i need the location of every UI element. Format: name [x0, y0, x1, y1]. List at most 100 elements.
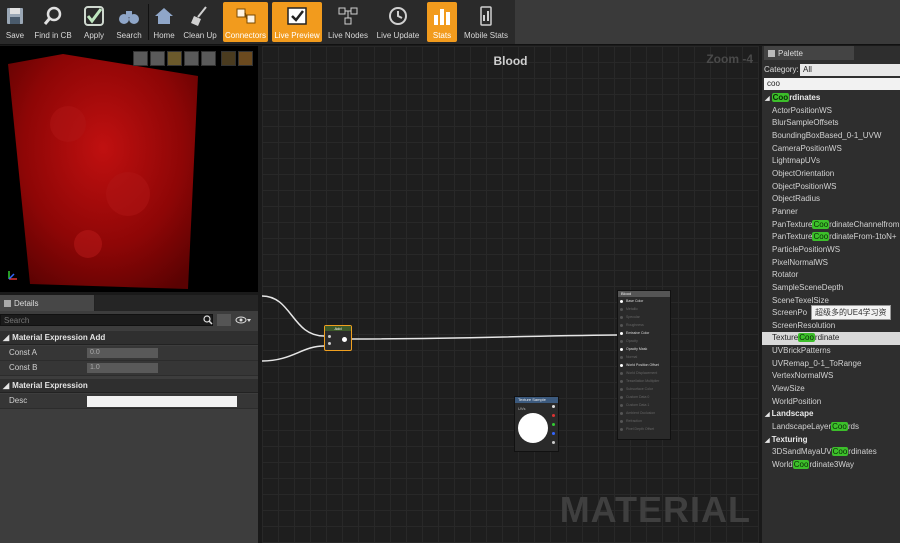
save-button[interactable]: Save: [2, 2, 28, 42]
viewport-shape-cube-button[interactable]: [184, 51, 199, 66]
search-button[interactable]: Search: [113, 2, 145, 42]
palette-item[interactable]: LightmapUVs: [762, 155, 900, 168]
category-select[interactable]: All: [800, 64, 900, 76]
details-search-input[interactable]: Search: [0, 314, 213, 326]
palette-category[interactable]: ◢ Landscape: [762, 408, 900, 421]
result-pin[interactable]: Pixel Depth Offset: [618, 425, 670, 433]
result-pin[interactable]: Custom Data 1: [618, 401, 670, 409]
output-pin-b[interactable]: [552, 432, 555, 435]
result-pin[interactable]: Custom Data 0: [618, 393, 670, 401]
eye-icon[interactable]: [235, 316, 251, 324]
input-pin-a[interactable]: [328, 335, 331, 338]
clean-up-button[interactable]: Clean Up: [181, 2, 219, 42]
property-matrix-button[interactable]: [217, 314, 231, 326]
viewport-shape-sphere-button[interactable]: [150, 51, 165, 66]
result-pin[interactable]: Metallic: [618, 305, 670, 313]
palette-item[interactable]: ObjectRadius: [762, 193, 900, 206]
home-button[interactable]: Home: [151, 2, 177, 42]
result-pin[interactable]: Tessellation Multiplier: [618, 377, 670, 385]
palette-item[interactable]: ActorPositionWS: [762, 105, 900, 118]
palette-item[interactable]: BoundingBoxBased_0-1_UVW: [762, 130, 900, 143]
result-pin[interactable]: Emissive Color: [618, 329, 670, 337]
details-panel: Details Search ◢ Material Expression Add…: [0, 295, 258, 543]
palette-item-text: rdinate: [814, 333, 840, 343]
const-a-field[interactable]: 0.0: [87, 348, 158, 358]
result-pin[interactable]: Ambient Occlusion: [618, 409, 670, 417]
viewport-shape-mesh-button[interactable]: [201, 51, 216, 66]
palette-item[interactable]: UVBrickPatterns: [762, 345, 900, 358]
palette-item[interactable]: Rotator: [762, 269, 900, 282]
const-b-field[interactable]: 1.0: [87, 363, 158, 373]
result-pin[interactable]: Subsurface Color: [618, 385, 670, 393]
output-pin-a[interactable]: [552, 441, 555, 444]
texture-preview-thumbnail: [518, 413, 548, 443]
palette-item[interactable]: ViewSize: [762, 383, 900, 396]
input-pin-b[interactable]: [328, 342, 331, 345]
palette-item-text: ObjectOrientation: [772, 168, 835, 178]
section-material-expression-add[interactable]: ◢ Material Expression Add: [0, 331, 258, 345]
live-preview-button[interactable]: Live Preview: [272, 2, 322, 42]
palette-item[interactable]: SampleSceneDepth: [762, 282, 900, 295]
material-graph[interactable]: Blood Zoom -4 Add Blood Base Color Metall…: [262, 46, 759, 543]
output-pin-r[interactable]: [552, 414, 555, 417]
result-pin[interactable]: Normal: [618, 353, 670, 361]
live-nodes-button[interactable]: Live Nodes: [326, 2, 370, 42]
palette-item[interactable]: PanTextureCoordinateFrom-1toN+: [762, 231, 900, 244]
section-label: Material Expression: [12, 381, 88, 390]
add-node[interactable]: Add: [324, 325, 352, 351]
palette-item[interactable]: TextureCoordinate: [762, 332, 900, 346]
palette-item[interactable]: CameraPositionWS: [762, 143, 900, 156]
search-icon[interactable]: [203, 315, 213, 325]
output-pin[interactable]: [552, 405, 555, 408]
output-pin[interactable]: [342, 337, 347, 342]
connectors-button[interactable]: Connectors: [223, 2, 268, 42]
result-pin[interactable]: Opacity Mask: [618, 345, 670, 353]
palette-item[interactable]: 3DSandMayaUVCoordinates: [762, 446, 900, 459]
output-pin-g[interactable]: [552, 423, 555, 426]
palette-category[interactable]: ◢ Coordinates: [762, 92, 900, 105]
palette-search-input[interactable]: coo: [764, 78, 900, 90]
palette-item[interactable]: UVRemap_0-1_ToRange: [762, 358, 900, 371]
result-pin[interactable]: Specular: [618, 313, 670, 321]
result-pin[interactable]: World Position Offset: [618, 361, 670, 369]
viewport-realtime-button[interactable]: [238, 51, 253, 66]
palette-tab-label: Palette: [778, 48, 803, 58]
palette-item[interactable]: BlurSampleOffsets: [762, 117, 900, 130]
palette-item-text: Landscape: [771, 409, 814, 419]
palette-item[interactable]: ObjectOrientation: [762, 168, 900, 181]
result-pin[interactable]: Roughness: [618, 321, 670, 329]
tab-palette[interactable]: Palette: [764, 46, 854, 60]
palette-item[interactable]: PixelNormalWS: [762, 257, 900, 270]
result-pin[interactable]: Base Color: [618, 297, 670, 305]
palette-item[interactable]: WorldPosition: [762, 396, 900, 409]
tab-details[interactable]: Details: [0, 295, 95, 311]
palette-item[interactable]: Panner: [762, 206, 900, 219]
pin-label: Specular: [626, 315, 640, 319]
palette-item[interactable]: ObjectPositionWS: [762, 181, 900, 194]
palette-item[interactable]: ParticlePositionWS: [762, 244, 900, 257]
palette-item[interactable]: PanTextureCoordinateChannelfrom: [762, 219, 900, 232]
result-pin[interactable]: World Displacement: [618, 369, 670, 377]
live-update-button[interactable]: Live Update: [374, 2, 422, 42]
section-material-expression[interactable]: ◢ Material Expression: [0, 379, 258, 393]
mobile-stats-button[interactable]: Mobile Stats: [461, 2, 511, 42]
viewport-shape-plane-button[interactable]: [167, 51, 182, 66]
result-pin[interactable]: Refraction: [618, 417, 670, 425]
preview-viewport[interactable]: [0, 46, 258, 292]
find-in-cb-button[interactable]: Find in CB: [33, 2, 73, 42]
viewport-grid-button[interactable]: [221, 51, 236, 66]
palette-item[interactable]: VertexNormalWS: [762, 370, 900, 383]
texture-sample-node[interactable]: Texture Sample UVs: [514, 396, 559, 452]
palette-item[interactable]: LandscapeLayerCoords: [762, 421, 900, 434]
collapse-arrow-icon: ◢: [3, 333, 10, 342]
desc-field[interactable]: [87, 396, 237, 407]
stats-button[interactable]: Stats: [427, 2, 457, 42]
result-node[interactable]: Blood Base Color Metallic Specular Roughnes…: [617, 290, 671, 440]
viewport-shape-cylinder-button[interactable]: [133, 51, 148, 66]
palette-category[interactable]: ◢ Texturing: [762, 434, 900, 447]
palette-item[interactable]: WorldCoordinate3Way: [762, 459, 900, 472]
apply-button[interactable]: Apply: [79, 2, 109, 42]
pin-label: Ambient Occlusion: [626, 411, 656, 415]
result-pin[interactable]: Opacity: [618, 337, 670, 345]
palette-item[interactable]: ScreenResolution: [762, 320, 900, 333]
